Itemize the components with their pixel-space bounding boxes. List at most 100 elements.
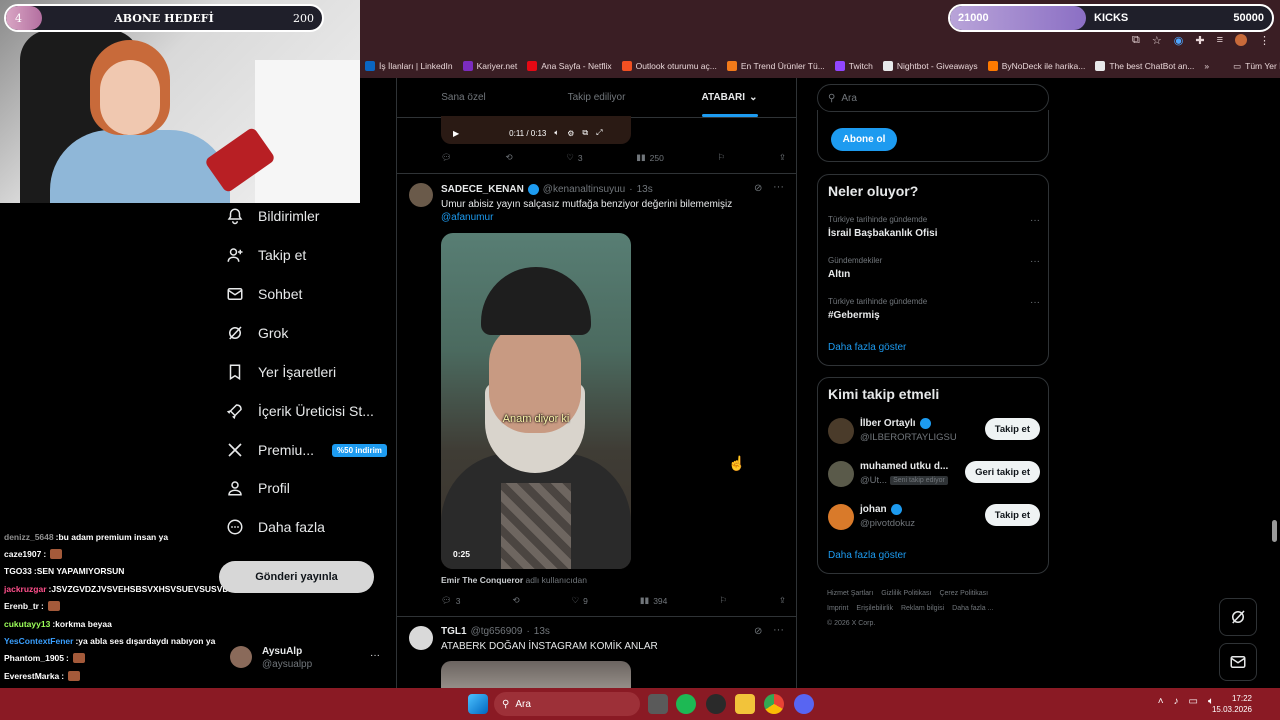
retweet-icon[interactable]: ⟲ [512,595,519,606]
chat-username[interactable]: TGO33 [4,566,32,576]
tweet-video[interactable]: Anam diyor ki 0:25 [441,233,631,569]
github-icon[interactable] [706,694,726,714]
trends-show-more-link[interactable]: Daha fazla göster [828,342,906,353]
tab-for-you[interactable]: Sana özel [397,78,530,117]
who-avatar[interactable] [828,504,854,530]
bookmark-item[interactable]: Ana Sayfa - Netflix [522,61,616,71]
nav-follow[interactable]: Takip et [226,236,306,274]
footer-link[interactable]: Reklam bilgisi [901,605,944,612]
volume-icon[interactable]: 🔈︎ [554,128,559,138]
who-to-follow-item[interactable]: muhamed utku d... @Ut... Seni takip ediyor… [828,457,1040,493]
play-icon[interactable]: ▶ [453,129,459,138]
chat-username[interactable]: Phantom_1905 [4,653,64,663]
search-box[interactable]: ⚲ Ara [817,84,1049,112]
footer-link[interactable]: Erişilebilirlik [856,605,893,612]
reply-icon[interactable]: 💬︎ [441,152,452,163]
chat-username[interactable]: cukutayy13 [4,619,50,629]
tab-following[interactable]: Takip ediliyor [530,78,663,117]
trend-item[interactable]: Türkiye tarihinde gündemde #Gebermiş ··· [828,297,1040,321]
bookmark-item[interactable]: En Trend Ürünler Tü... [722,61,830,71]
footer-link[interactable]: Çerez Politikası [939,590,988,597]
bookmark-icon[interactable]: ⚐ [719,595,727,606]
bookmarks-overflow-icon[interactable]: » [1199,61,1214,71]
start-icon[interactable] [468,694,488,714]
bookmark-item[interactable]: İş İlanları | LinkedIn [360,61,458,71]
tweet-avatar[interactable] [409,183,433,207]
share-icon[interactable]: ⇪ [779,595,786,606]
messages-fab-button[interactable] [1219,643,1257,681]
grok-icon[interactable]: ⊘ [754,626,762,637]
follow-button[interactable]: Geri takip et [965,461,1040,483]
trend-more-icon[interactable]: ··· [1030,215,1040,226]
all-bookmarks-folder[interactable]: ▭Tüm Yer İşaretleri [1228,61,1280,72]
tweet-author-name[interactable]: SADECE_KENAN [441,184,524,195]
attribution-user[interactable]: Emir The Conqueror [441,575,523,585]
page-scrollbar[interactable] [1272,520,1277,542]
footer-link[interactable]: Gizlilik Politikası [881,590,931,597]
subscribe-button[interactable]: Abone ol [831,128,897,151]
chat-username[interactable]: Erenb_tr [4,601,39,611]
pip-icon[interactable]: ⧉ [582,128,588,138]
trend-item[interactable]: Türkiye tarihinde gündemde İsrail Başbak… [828,215,1040,239]
views-button[interactable]: ▮▮ 250 [636,152,664,163]
taskbar-search[interactable]: ⚲ Ara [494,692,640,716]
previous-video-player[interactable]: ▶ 0:11 / 0:13 🔈︎ ⚙︎ ⧉ ⤢ [441,116,631,144]
who-show-more-link[interactable]: Daha fazla göster [828,550,906,561]
install-icon[interactable]: ⧉ [1132,34,1140,47]
tweet-author-name[interactable]: TGL1 [441,626,467,637]
tweet-media[interactable] [441,661,631,688]
puzzle-icon[interactable]: ✚ [1195,34,1204,47]
nav-more[interactable]: Daha fazla [226,508,325,546]
who-avatar[interactable] [828,461,854,487]
post-button[interactable]: Gönderi yayınla [219,561,374,593]
avatar-icon[interactable] [1235,34,1247,46]
bookmark-item[interactable]: Kariyer.net [458,61,523,71]
who-to-follow-item[interactable]: johan @pivotdokuz Takip et [828,500,1040,536]
chat-username[interactable]: denizz_5648 [4,532,54,542]
grok-fab-button[interactable] [1219,598,1257,636]
task-view-icon[interactable] [648,694,668,714]
share-icon[interactable]: ⇪ [779,152,786,163]
tweet-more-icon[interactable]: ··· [773,181,784,193]
nav-notifications[interactable]: Bildirimler [226,197,319,235]
nav-chat[interactable]: Sohbet [226,275,302,313]
chat-username[interactable]: caze1907 [4,549,41,559]
settings-icon[interactable]: ⚙︎ [567,129,574,138]
reply-button[interactable]: 💬︎ 3 [441,595,461,606]
tweet-author-handle[interactable]: @kenanaltinsuyuu [543,184,625,195]
chat-username[interactable]: jackruzgar [4,584,47,594]
extension-icon[interactable]: ◉ [1174,34,1184,47]
media-icon[interactable]: ≡ [1217,34,1223,47]
bookmark-item[interactable]: The best ChatBot an... [1090,61,1199,71]
like-button[interactable]: ♡ 3 [566,152,582,163]
chat-username[interactable]: YesContextFener [4,636,73,646]
grok-icon[interactable]: ⊘ [754,183,762,194]
like-button[interactable]: ♡ 9 [572,595,588,606]
nav-profile[interactable]: Profil [226,469,290,507]
file-explorer-icon[interactable] [735,694,755,714]
footer-link[interactable]: Daha fazla ... [952,605,993,612]
bookmark-item[interactable]: Nightbot - Giveaways [878,61,983,71]
tweet-avatar[interactable] [409,626,433,650]
trend-more-icon[interactable]: ··· [1030,256,1040,267]
discord-icon[interactable] [794,694,814,714]
retweet-icon[interactable]: ⟲ [505,152,512,163]
footer-link[interactable]: Imprint [827,605,848,612]
views-button[interactable]: ▮▮ 394 [640,595,668,606]
tab-list-atabari[interactable]: ATABARI ⌄ [663,78,796,117]
chat-username[interactable]: EverestMarka [4,671,59,681]
tweet-author-handle[interactable]: @tg656909 [471,626,523,637]
spotify-icon[interactable] [676,694,696,714]
star-icon[interactable]: ☆ [1152,34,1162,47]
bookmark-item[interactable]: Twitch [830,61,878,71]
who-avatar[interactable] [828,418,854,444]
bookmark-icon[interactable]: ⚐ [718,152,726,163]
footer-link[interactable]: Hizmet Şartları [827,590,873,597]
account-switcher[interactable]: AysuAlp @aysualpp ··· [230,644,385,674]
follow-button[interactable]: Takip et [984,418,1040,440]
trend-item[interactable]: Gündemdekiler Altın ··· [828,256,1040,280]
follow-button[interactable]: Takip et [984,504,1040,526]
footer-link[interactable]: © 2026 X Corp. [827,620,875,627]
bookmark-item[interactable]: Outlook oturumu aç... [617,61,722,71]
nav-grok[interactable]: Grok [226,314,288,352]
